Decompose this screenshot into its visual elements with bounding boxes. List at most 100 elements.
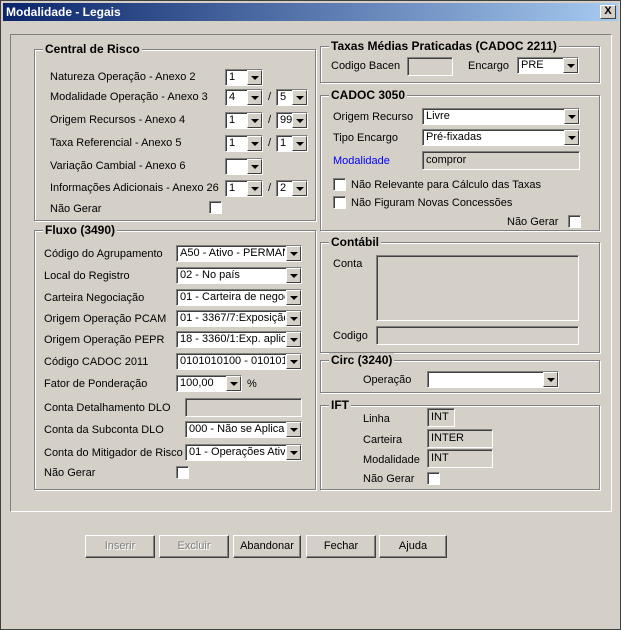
- modalidade-field[interactable]: INT: [427, 449, 493, 468]
- percent-label: %: [247, 378, 257, 390]
- cadoc-label: Código CADOC 2011: [44, 356, 149, 368]
- variacao-combo[interactable]: [225, 158, 263, 175]
- nao-gerar-checkbox[interactable]: [427, 472, 440, 485]
- origem-label: Origem Recursos - Anexo 4: [50, 114, 186, 126]
- taxas-title: Taxas Médias Praticadas (CADOC 2211): [329, 39, 559, 53]
- chevron-down-icon[interactable]: [292, 181, 307, 196]
- slash-separator: /: [268, 114, 272, 126]
- nao-gerar-checkbox[interactable]: [209, 201, 222, 214]
- chevron-down-icon[interactable]: [247, 136, 262, 151]
- modalidade-field[interactable]: compror: [422, 151, 580, 170]
- modalidade-combo-1[interactable]: 4: [225, 89, 263, 106]
- close-icon: X: [604, 5, 612, 17]
- chevron-down-icon[interactable]: [286, 354, 301, 369]
- bacen-field[interactable]: [407, 57, 453, 76]
- chevron-down-icon[interactable]: [563, 58, 578, 73]
- subconta-combo[interactable]: 000 - Não se Aplica: [185, 421, 302, 438]
- chevron-down-icon[interactable]: [543, 372, 558, 387]
- title-bar: Modalidade - Legais: [3, 3, 618, 21]
- pcam-value: 01 - 3367/7:Exposição: [180, 312, 285, 324]
- nao-gerar-checkbox[interactable]: [176, 466, 189, 479]
- local-combo[interactable]: 02 - No país: [176, 267, 302, 284]
- slash-separator: /: [268, 91, 272, 103]
- dlo-label: Conta Detalhamento DLO: [44, 402, 171, 414]
- encargo-combo[interactable]: PRE: [517, 57, 579, 74]
- taxa-combo-2[interactable]: 1: [276, 135, 308, 152]
- info-combo-1[interactable]: 1: [225, 180, 263, 197]
- pepr-value: 18 - 3360/1:Exp. aplic: [180, 333, 285, 345]
- fechar-button[interactable]: Fechar: [306, 535, 376, 558]
- carteira-field[interactable]: INTER: [427, 429, 493, 448]
- inserir-button[interactable]: Inserir: [85, 535, 155, 558]
- local-value: 02 - No país: [180, 269, 240, 281]
- mitigador-combo[interactable]: 01 - Operações Ativas: [185, 444, 302, 461]
- chevron-down-icon[interactable]: [247, 181, 262, 196]
- chevron-down-icon[interactable]: [247, 159, 262, 174]
- chevron-down-icon[interactable]: [286, 422, 301, 437]
- modalidade-combo-2[interactable]: 5: [276, 89, 308, 106]
- chevron-down-icon[interactable]: [564, 109, 579, 124]
- pepr-combo[interactable]: 18 - 3360/1:Exp. aplic: [176, 331, 302, 348]
- encargo-value: PRE: [521, 59, 544, 71]
- nao-gerar-label: Não Gerar: [44, 467, 96, 479]
- chevron-down-icon[interactable]: [286, 445, 301, 460]
- nao-figuram-checkbox[interactable]: [333, 196, 346, 209]
- chevron-down-icon[interactable]: [286, 311, 301, 326]
- conta-label: Conta: [333, 258, 363, 270]
- dlo-field[interactable]: [185, 398, 302, 417]
- linha-field[interactable]: INT: [427, 408, 455, 427]
- chevron-down-icon[interactable]: [564, 130, 579, 145]
- central-risco-title: Central de Risco: [43, 42, 142, 56]
- nao-relevante-label: Não Relevante para Cálculo das Taxas: [351, 179, 541, 191]
- origem-combo-1[interactable]: 1: [225, 112, 263, 129]
- variacao-label: Variação Cambial - Anexo 6: [50, 160, 186, 172]
- origem-recurso-combo[interactable]: Livre: [422, 108, 580, 125]
- chevron-down-icon[interactable]: [226, 376, 241, 391]
- taxas-group: Taxas Médias Praticadas (CADOC 2211) Cod…: [320, 39, 600, 83]
- operacao-combo[interactable]: [427, 371, 559, 388]
- conta-field[interactable]: [376, 255, 579, 321]
- chevron-down-icon[interactable]: [292, 90, 307, 105]
- fator-combo[interactable]: 100,00: [176, 375, 242, 392]
- pcam-label: Origem Operação PCAM: [44, 313, 167, 325]
- origem-value-1: 1: [229, 114, 236, 126]
- taxa-combo-1[interactable]: 1: [225, 135, 263, 152]
- info-value-1: 1: [229, 182, 236, 194]
- mitigador-value: 01 - Operações Ativas: [189, 446, 285, 458]
- close-button[interactable]: X: [600, 5, 616, 19]
- origem-recurso-value: Livre: [426, 110, 450, 122]
- tipo-encargo-combo[interactable]: Pré-fixadas: [422, 129, 580, 146]
- chevron-down-icon[interactable]: [292, 136, 307, 151]
- carteira-combo[interactable]: 01 - Carteira de negociação: [176, 289, 302, 306]
- nao-gerar-checkbox[interactable]: [568, 215, 581, 228]
- origem-combo-2[interactable]: 99: [276, 112, 308, 129]
- excluir-button[interactable]: Excluir: [159, 535, 229, 558]
- agrupamento-label: Código do Agrupamento: [44, 248, 163, 260]
- ift-group: IFT Linha INT Carteira INTER Modalidade …: [320, 398, 600, 490]
- natureza-label: Natureza Operação - Anexo 2: [50, 71, 196, 83]
- ajuda-button[interactable]: Ajuda: [379, 535, 447, 558]
- info-combo-2[interactable]: 2: [276, 180, 308, 197]
- mitigador-label: Conta do Mitigador de Risco: [44, 447, 183, 459]
- chevron-down-icon[interactable]: [247, 113, 262, 128]
- abandonar-button[interactable]: Abandonar: [233, 535, 301, 558]
- nao-relevante-checkbox[interactable]: [333, 178, 346, 191]
- taxa-value-1: 1: [229, 137, 236, 149]
- codigo-field[interactable]: [376, 326, 579, 345]
- nao-gerar-label: Não Gerar: [363, 473, 415, 485]
- cadoc-combo[interactable]: 0101010100 - 0101010100: [176, 353, 302, 370]
- chevron-down-icon[interactable]: [286, 246, 301, 261]
- agrupamento-combo[interactable]: A50 - Ativo - PERMANENTE: [176, 245, 302, 262]
- chevron-down-icon[interactable]: [286, 290, 301, 305]
- chevron-down-icon[interactable]: [286, 332, 301, 347]
- contabil-title: Contábil: [329, 235, 381, 249]
- chevron-down-icon[interactable]: [292, 113, 307, 128]
- chevron-down-icon[interactable]: [247, 90, 262, 105]
- natureza-combo[interactable]: 1: [225, 69, 263, 86]
- chevron-down-icon[interactable]: [247, 70, 262, 85]
- modalidade-label[interactable]: Modalidade: [333, 154, 390, 168]
- cadoc3050-group: CADOC 3050 Origem Recurso Livre Tipo Enc…: [320, 88, 600, 231]
- chevron-down-icon[interactable]: [286, 268, 301, 283]
- pcam-combo[interactable]: 01 - 3367/7:Exposição: [176, 310, 302, 327]
- fator-value: 100,00: [180, 377, 214, 389]
